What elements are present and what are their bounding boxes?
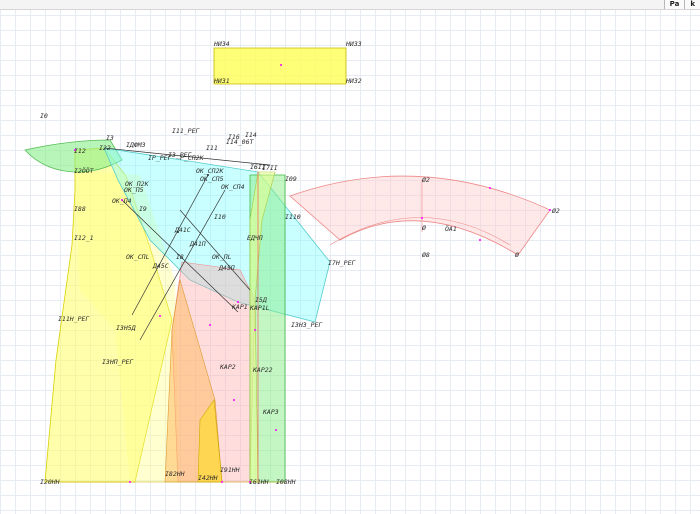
label-arc-o: Ø bbox=[422, 224, 426, 232]
label-a41n: Д41П bbox=[189, 240, 206, 248]
toolbar-buttons: Pa k bbox=[663, 0, 700, 9]
label-i61nn: I61НН bbox=[249, 478, 269, 486]
label-i22: I22 bbox=[99, 144, 111, 152]
label-kap3: КАР3 bbox=[262, 408, 279, 416]
label-i8: I8 bbox=[176, 253, 184, 261]
pattern-mode-button[interactable]: Pa bbox=[663, 0, 685, 9]
label-i54: I5Д bbox=[255, 296, 267, 304]
label-ok-n5: ОК_П5 bbox=[124, 186, 144, 194]
label-a45c: Д45С bbox=[152, 262, 169, 270]
drawing-canvas[interactable]: НИЗ4 НИЗ3 НИЗ1 НИЗ2 I0 I3 I12 I22 I2ÖÖT … bbox=[0, 0, 700, 514]
label-kap1l: КАР1L bbox=[249, 304, 270, 312]
rect-piece[interactable] bbox=[213, 47, 347, 85]
label-i11-reg: I11_РЕГ bbox=[172, 127, 200, 135]
label-arc-zero: Ø bbox=[515, 251, 519, 259]
label-i3np: I3НП_РЕГ bbox=[102, 358, 134, 366]
label-i08nn: I08НН bbox=[276, 478, 296, 486]
label-ok-nl: ОК_ПL bbox=[212, 253, 232, 261]
label-i3h3: I3Н3_РЕГ bbox=[291, 321, 323, 329]
label-i110: I110 bbox=[285, 213, 301, 221]
label-ok-cnl: ОК_СПL bbox=[126, 253, 150, 261]
label-i42nn: I42НН bbox=[198, 474, 218, 482]
label-i7h: I7Н_РЕГ bbox=[328, 259, 356, 267]
pattern-drawing[interactable]: НИЗ4 НИЗ3 НИЗ1 НИЗ2 I0 I3 I12 I22 I2ÖÖT … bbox=[0, 0, 700, 514]
label-i20nn: I20НН bbox=[40, 478, 60, 486]
label-kap2: КАР2 bbox=[219, 363, 236, 371]
label-i3: I3 bbox=[106, 134, 114, 142]
label-a41c: Д41С bbox=[174, 226, 191, 234]
knit-mode-button[interactable]: k bbox=[684, 0, 700, 9]
label-arc-oa1: ÖА1 bbox=[445, 224, 457, 233]
label-niz4: НИЗ4 bbox=[213, 40, 230, 48]
label-i0: I0 bbox=[40, 112, 48, 120]
label-i82nn: I82НН bbox=[165, 470, 185, 478]
label-idfm3: IДФМ3 bbox=[126, 141, 146, 149]
label-ea4n: ЕДЧП bbox=[247, 234, 263, 242]
label-i11n: I11Н_РЕГ bbox=[58, 315, 90, 323]
label-arc-o2-top: Ø2 bbox=[422, 176, 430, 184]
label-i88: I88 bbox=[74, 205, 86, 213]
label-a45n: Д45П bbox=[218, 264, 235, 272]
label-i91nn: I91НН bbox=[220, 466, 240, 474]
top-toolbar: Pa k bbox=[0, 0, 700, 10]
label-i09: I09 bbox=[285, 175, 297, 183]
label-arc-o8: Ø8 bbox=[422, 251, 430, 259]
label-i7uat: I2ÖÖT bbox=[74, 166, 95, 175]
label-i9: I9 bbox=[139, 205, 147, 213]
label-ok-cp4: ОК_СП4 bbox=[221, 183, 245, 191]
label-ok-cp5: ОК_СП5 bbox=[200, 175, 224, 183]
arc-piece[interactable] bbox=[289, 175, 551, 256]
label-i12: I12 bbox=[74, 147, 86, 155]
label-i10: I10 bbox=[214, 213, 226, 221]
label-niz3: НИЗ3 bbox=[345, 40, 362, 48]
label-arc-o2-right: Ø2 bbox=[552, 207, 560, 215]
label-p-cp2k: Р_СП2К bbox=[180, 154, 205, 162]
label-niz2: НИЗ2 bbox=[345, 77, 362, 85]
label-kap1: КАР1 bbox=[231, 303, 248, 311]
label-ok-n4: ОК_П4 bbox=[112, 197, 132, 205]
label-i12-1: I12_1 bbox=[74, 234, 94, 242]
label-niz1: НИЗ1 bbox=[213, 77, 230, 85]
label-i14-06t: I14_06Т bbox=[226, 138, 254, 146]
label-i11: I11 bbox=[206, 144, 218, 152]
label-kap22: КАР22 bbox=[252, 366, 273, 374]
label-i3n5a: I3Н5Д bbox=[116, 324, 136, 332]
label-i7ii: I7II bbox=[262, 164, 278, 172]
label-ok-cp2k: ОК_СП2К bbox=[196, 167, 224, 175]
